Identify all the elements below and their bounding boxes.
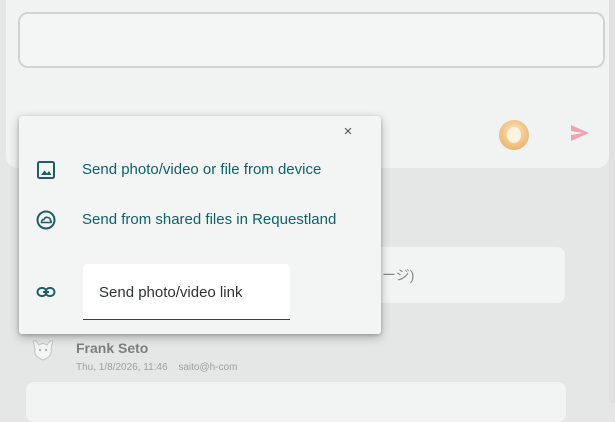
send-from-shared-files-item[interactable]: Send from shared files in Requestland	[19, 202, 381, 238]
sender-handle: saito@h-com	[178, 362, 238, 373]
message-text: ージ)	[382, 267, 415, 283]
image-icon	[37, 161, 55, 179]
send-from-device-item[interactable]: Send photo/video or file from device	[19, 152, 381, 188]
cloud-icon	[36, 210, 56, 230]
user-avatar-icon[interactable]	[499, 120, 529, 150]
attachment-menu: × Send photo/video or file from device S…	[19, 116, 381, 334]
send-icon[interactable]	[568, 121, 592, 145]
message-input[interactable]	[18, 12, 605, 68]
close-button[interactable]: ×	[338, 122, 358, 142]
sender-name: Frank Seto	[76, 340, 149, 356]
page-scrollbar[interactable]	[609, 0, 615, 403]
message-bubble	[26, 382, 566, 422]
link-icon	[36, 287, 56, 297]
sender-avatar	[32, 340, 54, 361]
link-input-placeholder: Send photo/video link	[99, 284, 243, 301]
message-meta: Thu, 1/8/2026, 11:46 saito@h-com	[76, 362, 245, 373]
menu-item-label: Send photo/video or file from device	[82, 161, 322, 178]
menu-item-label: Send from shared files in Requestland	[82, 211, 337, 228]
message-timestamp: Thu, 1/8/2026, 11:46	[76, 362, 168, 373]
photo-video-link-input[interactable]: Send photo/video link	[83, 264, 290, 320]
